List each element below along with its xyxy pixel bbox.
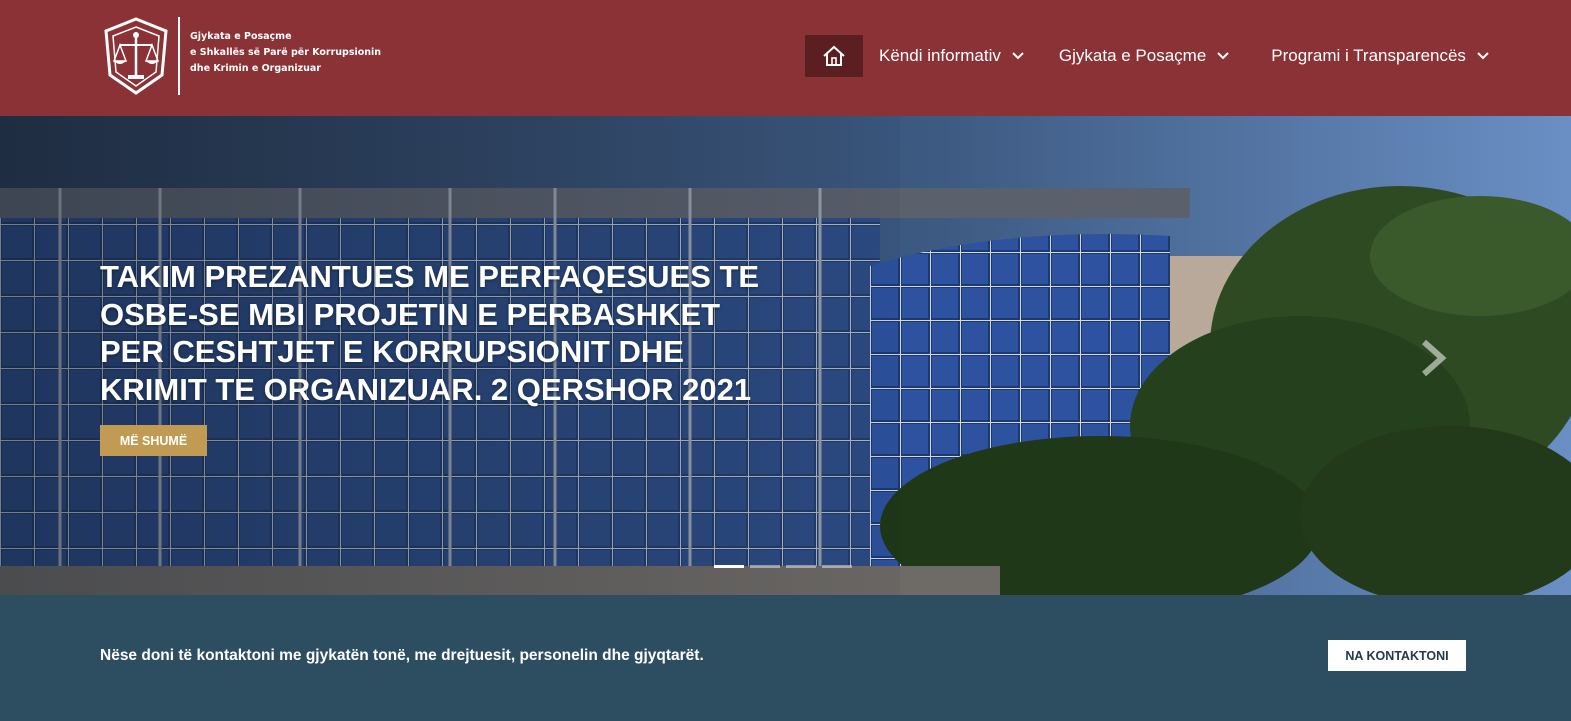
slider-indicators: [714, 565, 852, 568]
logo-divider: [178, 17, 180, 95]
hero-title: TAKIM PREZANTUES ME PERFAQESUES TE OSBE-…: [100, 258, 820, 408]
contact-us-button[interactable]: NA KONTAKTONI: [1328, 640, 1466, 671]
site-header: Gjykata e Posaçme e Shkallës së Parë për…: [0, 0, 1571, 116]
slider-dot[interactable]: [786, 565, 816, 568]
chevron-down-icon: [1477, 52, 1489, 60]
logo-text: Gjykata e Posaçme e Shkallës së Parë për…: [190, 29, 381, 77]
contact-text: Nëse doni të kontaktoni me gjykatën tonë…: [100, 647, 704, 664]
chevron-down-icon: [1012, 52, 1024, 60]
nav-item-gjykata[interactable]: Gjykata e Posaçme: [1059, 46, 1230, 66]
logo-line: Gjykata e Posaçme: [190, 31, 292, 42]
hero-title-line: TAKIM PREZANTUES ME PERFAQESUES TE: [100, 259, 760, 294]
logo-line: dhe Krimin e Organizuar: [190, 63, 321, 74]
home-icon: [823, 45, 845, 66]
hero-title-line: KRIMIT TE ORGANIZUAR. 2 QERSHOR 2021: [100, 371, 752, 407]
nav-item-label: Gjykata e Posaçme: [1058, 46, 1207, 65]
slider-dot[interactable]: [750, 565, 780, 568]
hero-slider: TAKIM PREZANTUES ME PERFAQESUES TE OSBE-…: [0, 116, 1571, 595]
chevron-down-icon: [1217, 52, 1230, 60]
chevron-right-icon[interactable]: [1418, 338, 1448, 378]
nav-item-programi-transparences[interactable]: Programi i Transparencës: [1271, 46, 1490, 66]
nav-home-button[interactable]: [805, 35, 863, 77]
site-logo[interactable]: Gjykata e Posaçme e Shkallës së Parë për…: [100, 17, 381, 95]
nav-item-label: Këndi informativ: [879, 46, 1001, 65]
contact-banner: Nëse doni të kontaktoni me gjykatën tonë…: [0, 595, 1571, 721]
slider-dot[interactable]: [714, 565, 744, 568]
main-nav: Këndi informativ Gjykata e Posaçme Progr…: [805, 35, 1490, 77]
hero-title-line: OSBE-SE MBI PROJETIN E PERBASHKET: [100, 296, 721, 332]
slider-dot[interactable]: [822, 565, 852, 568]
logo-line: e Shkallës së Parë për Korrupsionin: [190, 47, 382, 58]
nav-item-kendi-informativ[interactable]: Këndi informativ: [879, 46, 1025, 66]
nav-item-label: Programi i Transparencës: [1271, 46, 1466, 65]
read-more-button[interactable]: MË SHUMË: [100, 425, 207, 456]
hero-title-line: PER CESHTJET E KORRUPSIONIT DHE: [100, 334, 684, 369]
court-emblem-icon: [104, 17, 168, 95]
